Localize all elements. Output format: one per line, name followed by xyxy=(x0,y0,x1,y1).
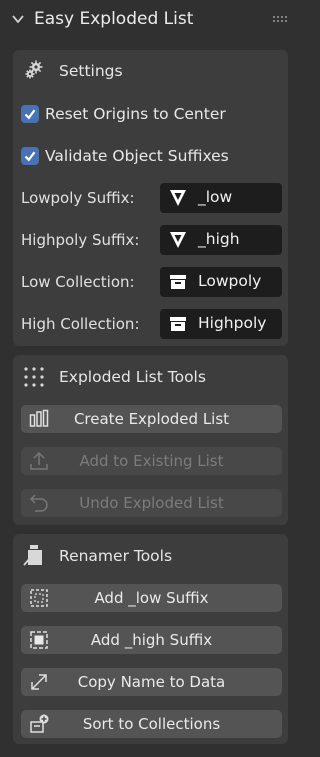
exploded-list-tools-box: Exploded List Tools Create Exploded List xyxy=(13,355,288,525)
undo-exploded-list-label: Undo Exploded List xyxy=(79,494,224,512)
checkmark-icon xyxy=(24,109,36,120)
create-exploded-list-label: Create Exploded List xyxy=(73,410,230,428)
validate-suffixes-checkbox-row[interactable]: Validate Object Suffixes xyxy=(21,145,229,167)
settings-gears-icon xyxy=(25,60,43,79)
copy-name-to-data-label: Copy Name to Data xyxy=(77,673,226,691)
lowpoly-suffix-value: _low xyxy=(198,188,233,206)
create-exploded-list-button[interactable]: Create Exploded List xyxy=(21,405,282,433)
dot-grid-icon xyxy=(24,367,44,387)
lowpoly-suffix-row: Lowpoly Suffix: _low xyxy=(21,183,282,213)
rename-tag-icon xyxy=(23,545,42,566)
add-to-existing-list-button[interactable]: Add to Existing List xyxy=(21,447,282,475)
high-collection-label: High Collection: xyxy=(21,315,140,333)
low-collection-label: Low Collection: xyxy=(21,273,135,291)
add-high-suffix-button[interactable]: Add _high Suffix xyxy=(21,626,282,654)
add-to-existing-list-label: Add to Existing List xyxy=(79,452,224,470)
reset-origins-checkbox[interactable] xyxy=(21,105,39,123)
low-collection-value: Lowpoly xyxy=(198,272,262,290)
settings-box: Settings Reset Origins to Center Validat… xyxy=(13,50,288,346)
mesh-triangle-icon xyxy=(170,232,186,248)
high-collection-field[interactable]: Highpoly xyxy=(160,309,282,339)
highpoly-suffix-row: Highpoly Suffix: _high xyxy=(21,225,282,255)
sort-to-collections-label: Sort to Collections xyxy=(82,715,221,733)
lowpoly-suffix-label: Lowpoly Suffix: xyxy=(21,189,135,207)
high-collection-row: High Collection: Highpoly xyxy=(21,309,282,339)
mesh-triangle-icon xyxy=(170,190,186,206)
validate-suffixes-label: Validate Object Suffixes xyxy=(45,147,229,165)
renamer-tools-title: Renamer Tools xyxy=(59,547,173,565)
high-collection-value: Highpoly xyxy=(198,314,267,332)
reset-origins-checkbox-row[interactable]: Reset Origins to Center xyxy=(21,103,226,125)
add-low-suffix-button[interactable]: Add _low Suffix xyxy=(21,584,282,612)
chevron-down-icon[interactable] xyxy=(11,12,25,26)
validate-suffixes-checkbox[interactable] xyxy=(21,147,39,165)
add-high-suffix-label: Add _high Suffix xyxy=(90,631,213,649)
panel-header[interactable]: Easy Exploded List xyxy=(1,0,298,40)
reset-origins-label: Reset Origins to Center xyxy=(45,105,226,123)
highpoly-suffix-field[interactable]: _high xyxy=(160,225,282,255)
exploded-list-tools-title: Exploded List Tools xyxy=(59,368,206,386)
sort-to-collections-button[interactable]: Sort to Collections xyxy=(21,710,282,738)
low-collection-row: Low Collection: Lowpoly xyxy=(21,267,282,297)
low-collection-field[interactable]: Lowpoly xyxy=(160,267,282,297)
panel-title: Easy Exploded List xyxy=(34,9,194,29)
collection-box-icon xyxy=(170,317,186,331)
drag-grip-icon[interactable] xyxy=(272,15,288,23)
easy-exploded-list-panel: Easy Exploded List Settings Reset Origin… xyxy=(1,0,298,757)
highpoly-suffix-value: _high xyxy=(198,230,240,248)
copy-name-to-data-button[interactable]: Copy Name to Data xyxy=(21,668,282,696)
highpoly-suffix-label: Highpoly Suffix: xyxy=(21,231,140,249)
add-low-suffix-label: Add _low Suffix xyxy=(94,589,209,607)
checkmark-icon xyxy=(24,151,36,162)
undo-exploded-list-button[interactable]: Undo Exploded List xyxy=(21,489,282,517)
collection-box-icon xyxy=(170,275,186,289)
lowpoly-suffix-field[interactable]: _low xyxy=(160,183,282,213)
renamer-tools-box: Renamer Tools Add _low Suffix Add _high … xyxy=(13,534,288,744)
settings-title: Settings xyxy=(59,62,123,80)
